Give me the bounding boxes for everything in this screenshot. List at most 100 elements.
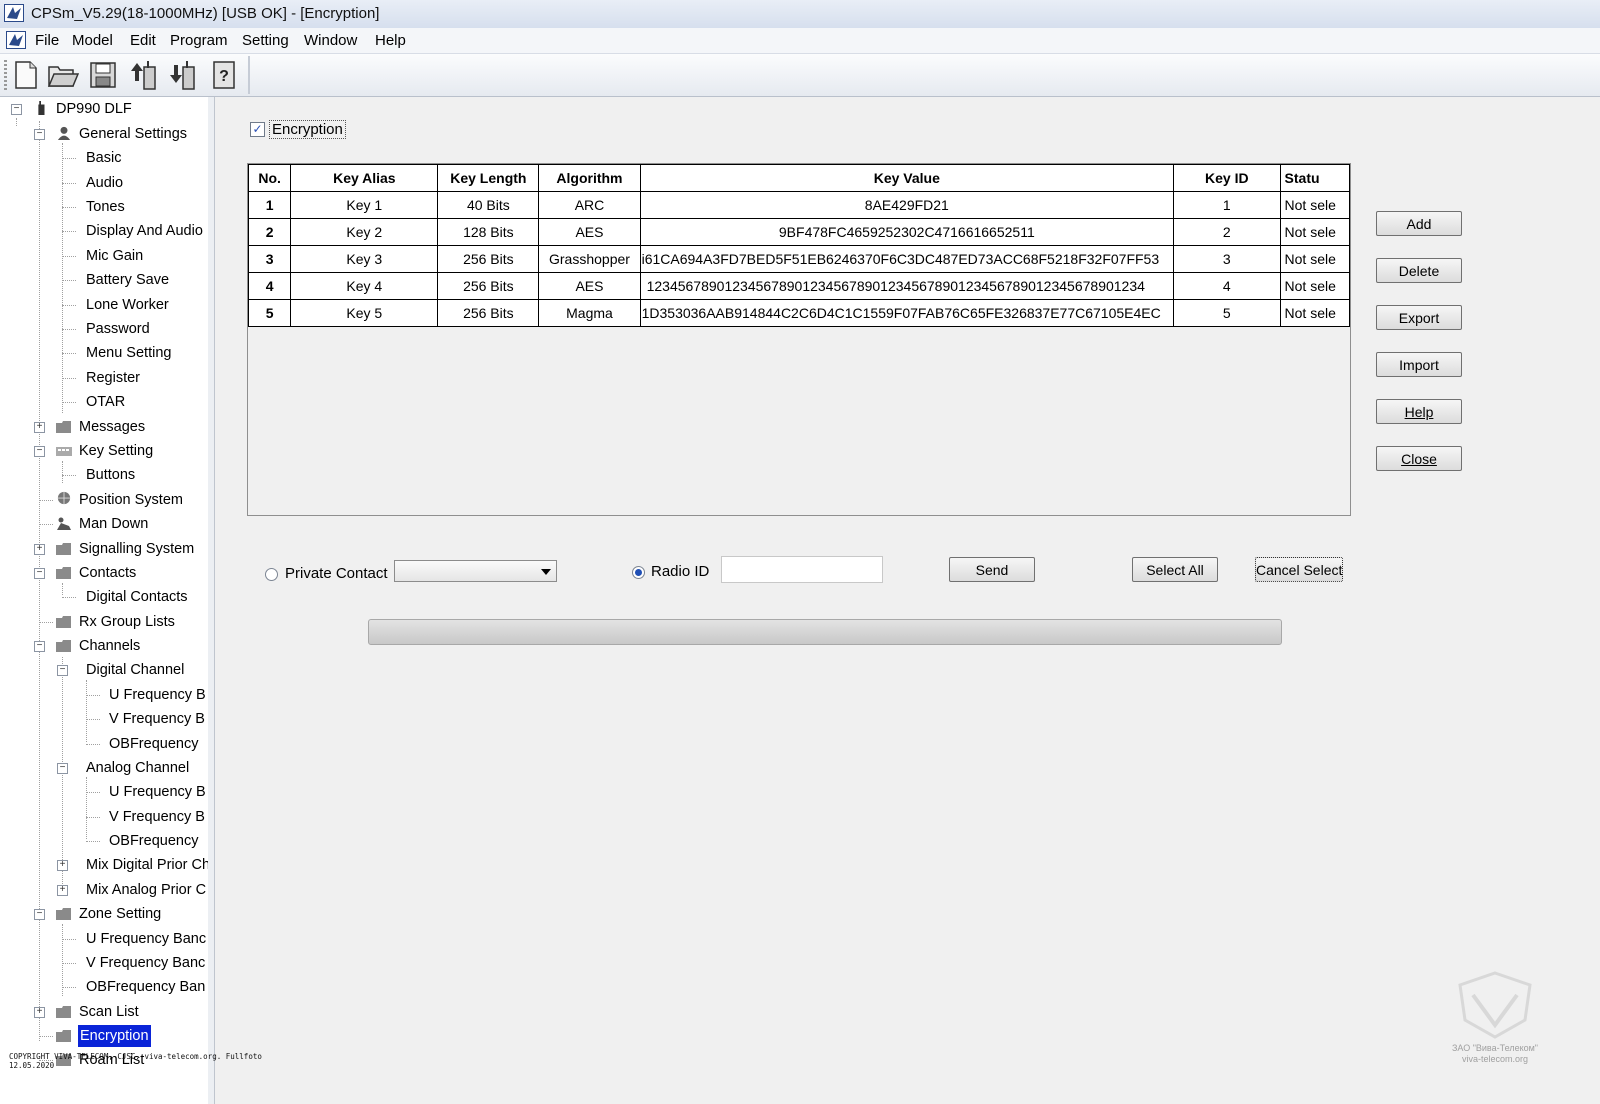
folder-icon	[56, 1030, 71, 1042]
radio-id-radio[interactable]	[632, 566, 645, 579]
cell-key-length[interactable]: 40 Bits	[437, 191, 540, 219]
cell-key-value[interactable]: 1D353036AAB914844C2C6D4C1C1559F07FAB76C6…	[639, 299, 1175, 327]
chevron-down-icon	[541, 569, 551, 575]
cell-algorithm[interactable]: Magma	[538, 299, 641, 327]
cell-key-value[interactable]: 8AE429FD21	[639, 191, 1175, 219]
menu-model[interactable]: Model	[72, 32, 113, 49]
watermark-shield-icon	[1458, 971, 1532, 1039]
cell-status[interactable]: Not sele	[1279, 245, 1350, 273]
column-header-key-value[interactable]: Key Value	[639, 164, 1175, 192]
cell-key-id[interactable]: 3	[1173, 245, 1281, 273]
toolbar-separator	[248, 56, 250, 94]
new-file-button[interactable]	[9, 58, 43, 92]
import-button[interactable]: Import	[1376, 352, 1462, 377]
title-bar: CPSm_V5.29(18-1000MHz) [USB OK] - [Encry…	[0, 0, 1600, 29]
menu-setting[interactable]: Setting	[242, 32, 289, 49]
cell-key-id[interactable]: 2	[1173, 218, 1281, 246]
cell-no: 2	[248, 218, 292, 246]
cell-status[interactable]: Not sele	[1279, 272, 1350, 300]
column-header-key-id[interactable]: Key ID	[1173, 164, 1281, 192]
splitter[interactable]	[208, 97, 215, 1104]
open-button[interactable]	[46, 58, 80, 92]
cell-key-alias[interactable]: Key 5	[290, 299, 439, 327]
write-to-radio-button[interactable]	[166, 58, 200, 92]
folder-icon	[56, 567, 71, 579]
encryption-key-table[interactable]: No. Key Alias Key Length Algorithm Key V…	[247, 163, 1351, 516]
cell-key-id[interactable]: 1	[1173, 191, 1281, 219]
toolbar-grip	[4, 60, 7, 90]
cell-key-length[interactable]: 128 Bits	[437, 218, 540, 246]
cell-key-length[interactable]: 256 Bits	[437, 272, 540, 300]
encryption-checkbox[interactable]: ✓ Encryption	[250, 120, 346, 139]
cell-no: 1	[248, 191, 292, 219]
delete-button[interactable]: Delete	[1376, 258, 1462, 283]
cancel-select-button[interactable]: Cancel Select	[1255, 557, 1343, 582]
app-icon	[4, 4, 24, 22]
cell-algorithm[interactable]: AES	[538, 272, 641, 300]
cell-key-alias[interactable]: Key 4	[290, 272, 439, 300]
cell-algorithm[interactable]: Grasshopper	[538, 245, 641, 273]
open-folder-icon	[47, 66, 79, 87]
menu-file[interactable]: File	[35, 32, 59, 49]
cell-key-id[interactable]: 5	[1173, 299, 1281, 327]
radio-id-input[interactable]	[721, 556, 883, 583]
cell-key-value[interactable]: i61CA694A3FD7BED5F51EB6246370F6C3DC487ED…	[639, 245, 1175, 273]
column-header-key-alias[interactable]: Key Alias	[290, 164, 439, 192]
cell-key-length[interactable]: 256 Bits	[437, 299, 540, 327]
table-row[interactable]: 4 Key 4 256 Bits AES 1234567890123456789…	[248, 272, 1350, 300]
menu-help[interactable]: Help	[375, 32, 406, 49]
cell-key-id[interactable]: 4	[1173, 272, 1281, 300]
column-header-status[interactable]: Statu	[1279, 164, 1350, 192]
column-header-algorithm[interactable]: Algorithm	[538, 164, 641, 192]
cell-key-value[interactable]: 1234567890123456789012345678901234567890…	[639, 272, 1175, 300]
export-button[interactable]: Export	[1376, 305, 1462, 330]
column-header-no[interactable]: No.	[248, 164, 292, 192]
folder-icon	[56, 640, 71, 652]
column-header-key-length[interactable]: Key Length	[437, 164, 540, 192]
cell-key-alias[interactable]: Key 1	[290, 191, 439, 219]
help-button-toolbar[interactable]: ?	[207, 58, 241, 92]
close-button[interactable]: Close	[1376, 446, 1462, 471]
send-button[interactable]: Send	[949, 557, 1035, 582]
help-book-icon: ?	[213, 61, 235, 89]
write-to-radio-icon	[170, 61, 195, 90]
cell-no: 4	[248, 272, 292, 300]
menu-bar: File Model Edit Program Setting Window H…	[0, 28, 1600, 54]
menu-window[interactable]: Window	[304, 32, 357, 49]
watermark: ЗАО "Вива-Телеком" viva-telecom.org	[1440, 970, 1550, 1065]
document-icon	[6, 31, 26, 49]
man-down-icon	[57, 517, 71, 530]
cell-status[interactable]: Not sele	[1279, 218, 1350, 246]
cell-key-value[interactable]: 9BF478FC4659252302C4716616652511	[639, 218, 1175, 246]
menu-edit[interactable]: Edit	[130, 32, 156, 49]
table-row[interactable]: 2 Key 2 128 Bits AES 9BF478FC4659252302C…	[248, 218, 1350, 246]
cell-algorithm[interactable]: ARC	[538, 191, 641, 219]
table-row[interactable]: 3 Key 3 256 Bits Grasshopper i61CA694A3F…	[248, 245, 1350, 273]
cell-key-alias[interactable]: Key 2	[290, 218, 439, 246]
window-title: CPSm_V5.29(18-1000MHz) [USB OK] - [Encry…	[31, 5, 380, 22]
cell-key-alias[interactable]: Key 3	[290, 245, 439, 273]
checkbox-check-icon: ✓	[250, 122, 265, 137]
tree-view[interactable]: − DP990 DLF − General Settings Basic Aud…	[0, 97, 209, 1104]
new-file-icon	[15, 61, 37, 89]
table-row[interactable]: 1 Key 1 40 Bits ARC 8AE429FD21 1 Not sel…	[248, 191, 1350, 219]
add-button[interactable]: Add	[1376, 211, 1462, 236]
menu-program[interactable]: Program	[170, 32, 228, 49]
save-button[interactable]	[86, 58, 120, 92]
cell-status[interactable]: Not sele	[1279, 299, 1350, 327]
watermark-site: viva-telecom.org	[1461, 1054, 1529, 1064]
read-from-radio-button[interactable]	[127, 58, 161, 92]
cell-key-length[interactable]: 256 Bits	[437, 245, 540, 273]
svg-text:?: ?	[219, 68, 229, 85]
private-contact-select[interactable]	[394, 560, 557, 582]
select-all-button[interactable]: Select All	[1132, 557, 1218, 582]
globe-icon	[57, 491, 71, 505]
help-button[interactable]: Help	[1376, 399, 1462, 424]
private-contact-radio[interactable]	[265, 568, 278, 581]
folder-icon	[56, 908, 71, 920]
table-header-row: No. Key Alias Key Length Algorithm Key V…	[248, 164, 1350, 192]
cell-no: 3	[248, 245, 292, 273]
table-row[interactable]: 5 Key 5 256 Bits Magma 1D353036AAB914844…	[248, 299, 1350, 327]
cell-status[interactable]: Not sele	[1279, 191, 1350, 219]
cell-algorithm[interactable]: AES	[538, 218, 641, 246]
